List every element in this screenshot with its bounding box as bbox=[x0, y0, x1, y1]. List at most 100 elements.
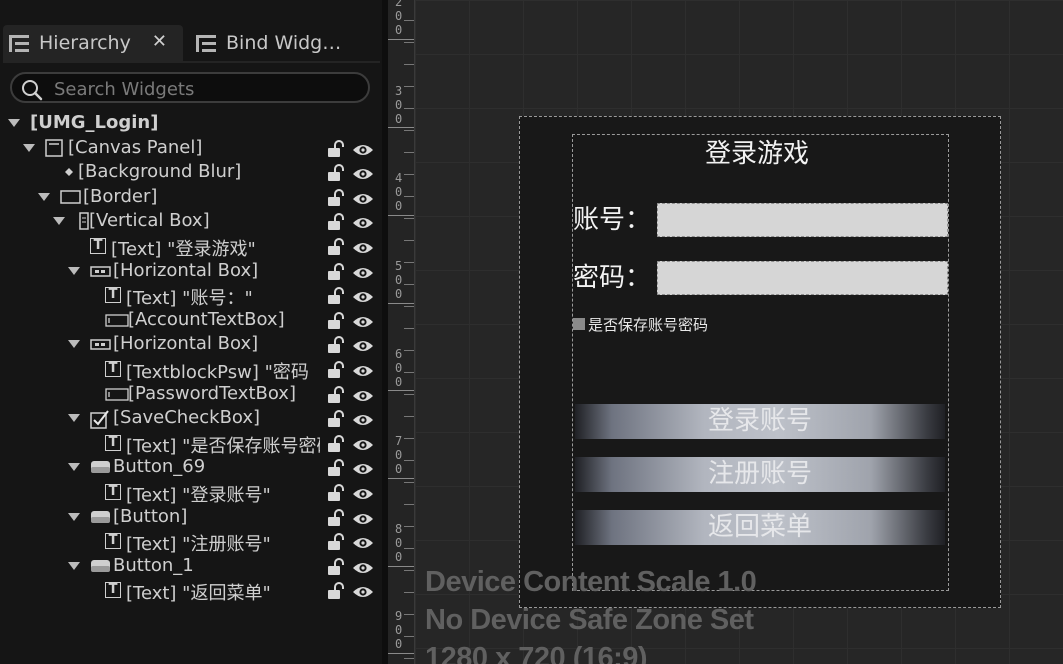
unlock-icon[interactable] bbox=[326, 557, 346, 581]
tree-row[interactable]: [UMG_Login] bbox=[0, 111, 380, 135]
tree-row[interactable]: T [Text] "注册账号" bbox=[0, 529, 380, 556]
tree-row[interactable]: [Horizontal Box] bbox=[0, 259, 380, 283]
unlock-icon[interactable] bbox=[326, 459, 346, 482]
unlock-icon[interactable] bbox=[326, 361, 346, 384]
visibility-eye-icon[interactable] bbox=[352, 583, 374, 604]
unlock-icon[interactable] bbox=[326, 484, 346, 507]
tree-row-label: [Text] "注册账号" bbox=[126, 534, 271, 556]
expand-arrow-icon[interactable] bbox=[68, 340, 80, 349]
unlock-icon[interactable] bbox=[326, 410, 346, 433]
visibility-eye-icon[interactable] bbox=[352, 313, 374, 334]
ruler-label: 300 bbox=[395, 84, 403, 126]
textbox-icon bbox=[105, 311, 129, 334]
unlock-icon[interactable] bbox=[326, 336, 346, 359]
tree-row[interactable]: [AccountTextBox] bbox=[0, 308, 380, 332]
tree-row[interactable]: T [Text] "返回菜单" bbox=[0, 578, 380, 605]
button-icon bbox=[90, 458, 112, 481]
visibility-eye-icon[interactable] bbox=[352, 436, 374, 457]
tree-row[interactable]: [Button] bbox=[0, 505, 380, 529]
tree-row-label: [Border] bbox=[83, 185, 158, 207]
visibility-eye-icon[interactable] bbox=[352, 387, 374, 408]
password-textbox[interactable] bbox=[657, 261, 948, 295]
visibility-eye-icon[interactable] bbox=[352, 190, 374, 211]
ruler-tick bbox=[404, 372, 414, 373]
visibility-eye-icon[interactable] bbox=[352, 239, 374, 260]
close-tab-icon[interactable]: ✕ bbox=[152, 31, 167, 52]
expand-arrow-icon[interactable] bbox=[53, 217, 65, 226]
visibility-eye-icon[interactable] bbox=[352, 264, 374, 285]
expand-arrow-icon[interactable] bbox=[68, 463, 80, 472]
tree-row[interactable]: [PasswordTextBox] bbox=[0, 382, 380, 406]
tab-bind-widgets[interactable]: Bind Widg… bbox=[188, 25, 380, 61]
ruler-tick bbox=[404, 262, 414, 263]
unlock-icon[interactable] bbox=[326, 385, 346, 409]
designer-canvas[interactable]: 登录游戏 账号： 密码： 是否保存账号密码 登录账号 注册账号 返回菜单 Dev… bbox=[415, 0, 1063, 664]
tree-row[interactable]: [Border] bbox=[0, 185, 380, 209]
login-button[interactable]: 登录账号 bbox=[575, 404, 945, 439]
unlock-icon[interactable] bbox=[326, 533, 346, 556]
visibility-eye-icon[interactable] bbox=[352, 559, 374, 580]
tree-row-label: [Button] bbox=[113, 505, 188, 527]
ruler-tick bbox=[404, 86, 414, 87]
visibility-eye-icon[interactable] bbox=[352, 510, 374, 531]
account-textbox[interactable] bbox=[657, 203, 948, 237]
tree-row-label: [UMG_Login] bbox=[30, 112, 159, 133]
register-button[interactable]: 注册账号 bbox=[575, 457, 945, 492]
expand-arrow-icon[interactable] bbox=[68, 561, 80, 570]
search-input[interactable] bbox=[52, 76, 356, 102]
back-to-menu-button[interactable]: 返回菜单 bbox=[575, 510, 945, 545]
unlock-icon[interactable] bbox=[326, 508, 346, 532]
tab-hierarchy[interactable]: Hierarchy ✕ bbox=[3, 25, 183, 61]
ruler-tick bbox=[404, 460, 414, 461]
expand-arrow-icon[interactable] bbox=[68, 266, 80, 275]
text-icon: T bbox=[105, 533, 121, 550]
save-checkbox[interactable] bbox=[573, 318, 585, 330]
tree-row[interactable]: T [Text] "是否保存账号密码" bbox=[0, 431, 380, 458]
tab-bind-widgets-label: Bind Widg… bbox=[226, 32, 342, 54]
tree-row[interactable]: Button_1 bbox=[0, 554, 380, 578]
unlock-icon[interactable] bbox=[326, 434, 346, 458]
visibility-eye-icon[interactable] bbox=[352, 411, 374, 432]
unlock-icon[interactable] bbox=[326, 582, 346, 605]
expand-arrow-icon[interactable] bbox=[8, 119, 20, 127]
visibility-eye-icon[interactable] bbox=[352, 165, 374, 186]
safe-zone-text: No Device Safe Zone Set bbox=[425, 604, 754, 636]
hierarchy-tab-icon bbox=[9, 34, 29, 52]
tree-row[interactable]: T [Text] "账号：" bbox=[0, 283, 380, 310]
unlock-icon[interactable] bbox=[326, 238, 346, 261]
tree-row[interactable]: [Horizontal Box] bbox=[0, 332, 380, 356]
unlock-icon[interactable] bbox=[326, 262, 346, 286]
bind-widgets-tab-icon bbox=[196, 34, 216, 52]
text-icon: T bbox=[105, 434, 121, 451]
unlock-icon[interactable] bbox=[326, 311, 346, 335]
visibility-eye-icon[interactable] bbox=[352, 485, 374, 506]
unlock-icon[interactable] bbox=[326, 213, 346, 236]
expand-arrow-icon[interactable] bbox=[23, 143, 35, 152]
visibility-eye-icon[interactable] bbox=[352, 141, 374, 162]
tree-row[interactable]: Button_69 bbox=[0, 455, 380, 479]
tree-row[interactable]: T [TextblockPsw] "密码 bbox=[0, 357, 380, 384]
tree-row[interactable]: T [Text] "登录账号" bbox=[0, 480, 380, 507]
unlock-icon[interactable] bbox=[326, 139, 346, 163]
tree-row-label: [Text] "登录账号" bbox=[126, 485, 271, 506]
tree-row[interactable]: T [Text] "登录游戏" bbox=[0, 234, 380, 261]
visibility-eye-icon[interactable] bbox=[352, 288, 374, 309]
expand-arrow-icon[interactable] bbox=[68, 512, 80, 521]
expand-arrow-icon[interactable] bbox=[38, 192, 50, 201]
text-icon: T bbox=[105, 582, 121, 599]
unlock-icon[interactable] bbox=[326, 188, 346, 212]
visibility-eye-icon[interactable] bbox=[352, 214, 374, 235]
expand-arrow-icon[interactable] bbox=[68, 414, 80, 423]
tree-row-label: [Text] "登录游戏" bbox=[111, 239, 256, 260]
unlock-icon[interactable] bbox=[326, 287, 346, 310]
tree-row[interactable]: [SaveCheckBox] bbox=[0, 406, 380, 430]
visibility-eye-icon[interactable] bbox=[352, 362, 374, 383]
visibility-eye-icon[interactable] bbox=[352, 337, 374, 358]
tree-row-label: [TextblockPsw] "密码 bbox=[126, 362, 309, 383]
tree-row[interactable]: [Background Blur] bbox=[0, 160, 380, 184]
tree-row[interactable]: [Vertical Box] bbox=[0, 209, 380, 233]
visibility-eye-icon[interactable] bbox=[352, 460, 374, 481]
unlock-icon[interactable] bbox=[326, 164, 346, 187]
visibility-eye-icon[interactable] bbox=[352, 534, 374, 555]
tree-row[interactable]: [Canvas Panel] bbox=[0, 136, 380, 160]
